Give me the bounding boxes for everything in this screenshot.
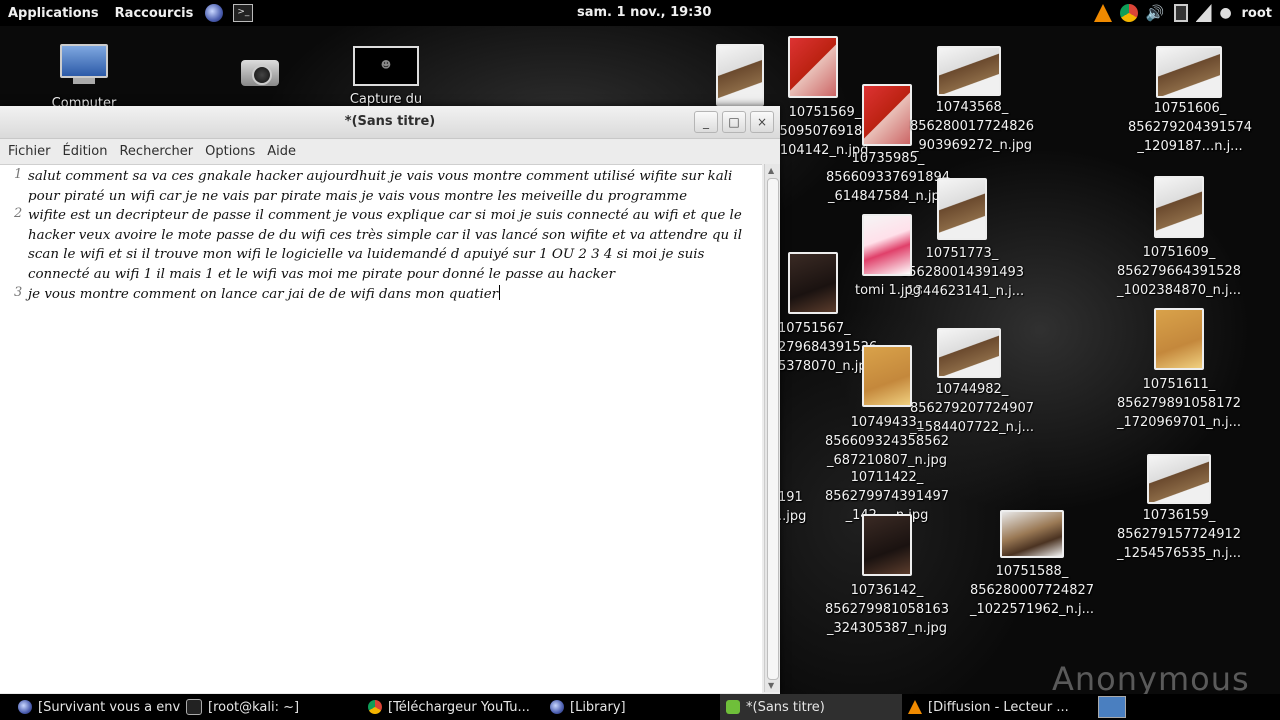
- image-file-label[interactable]: tomi 1.jpg: [850, 281, 926, 300]
- image-thumbnail[interactable]: [1154, 176, 1204, 238]
- image-file-label[interactable]: 10751606_ 856279204391574 _1209187...n.j…: [1120, 99, 1260, 156]
- user-icon[interactable]: ●: [1220, 4, 1234, 22]
- image-thumbnail[interactable]: [1156, 46, 1222, 98]
- line-number-gutter: 1 2 3: [0, 165, 26, 693]
- capture-thumbnail: ☻: [353, 46, 419, 86]
- browser-launcher-icon[interactable]: [205, 4, 224, 22]
- menu-help[interactable]: Aide: [261, 144, 302, 159]
- network-icon[interactable]: [1195, 4, 1212, 22]
- menu-bar: Fichier Édition Rechercher Options Aide: [0, 139, 780, 163]
- vertical-scrollbar[interactable]: ▲ ▼: [764, 164, 780, 692]
- workspace-switcher[interactable]: [1098, 696, 1126, 718]
- clipboard-icon[interactable]: [1173, 4, 1188, 22]
- applications-menu[interactable]: Applications: [0, 6, 107, 21]
- image-thumbnail[interactable]: [937, 46, 1001, 96]
- image-thumbnail[interactable]: [1147, 454, 1211, 504]
- task-library[interactable]: [Library]: [544, 694, 720, 720]
- terminal-icon: [186, 699, 202, 715]
- system-tray: 🔊 ● root: [1093, 0, 1280, 26]
- image-file-label[interactable]: 10749433_ 856609324358562 _687210807_n.j…: [820, 413, 954, 470]
- vlc-icon: [908, 700, 922, 714]
- menu-options[interactable]: Options: [199, 144, 261, 159]
- browser-icon: [18, 700, 32, 714]
- image-thumbnail[interactable]: [937, 328, 1001, 378]
- minimize-button[interactable]: _: [694, 111, 718, 133]
- anonymous-watermark: Anonymous: [1052, 660, 1250, 698]
- camera-desktop-icon[interactable]: [240, 60, 280, 86]
- maximize-button[interactable]: □: [722, 111, 746, 133]
- panel-clock[interactable]: sam. 1 nov., 19:30: [577, 5, 711, 20]
- line-number: 3: [14, 285, 23, 300]
- image-thumbnail[interactable]: [862, 514, 912, 576]
- text-caret: [499, 284, 501, 300]
- scroll-up-icon[interactable]: ▲: [768, 166, 774, 175]
- image-thumbnail[interactable]: [1154, 308, 1204, 370]
- shortcuts-menu[interactable]: Raccourcis: [107, 6, 202, 21]
- image-thumbnail[interactable]: [937, 178, 987, 240]
- window-title: *(Sans titre): [344, 114, 436, 129]
- image-file-label[interactable]: 191 ..jpg: [778, 488, 808, 526]
- computer-desktop-icon[interactable]: Computer: [44, 44, 124, 113]
- image-file-label[interactable]: 10736159_ 856279157724912 _1254576535_n.…: [1114, 506, 1244, 563]
- terminal-launcher-icon[interactable]: >_: [233, 4, 254, 22]
- vlc-icon[interactable]: [1093, 4, 1112, 22]
- image-thumbnail[interactable]: [862, 214, 912, 276]
- menu-file[interactable]: Fichier: [2, 144, 57, 159]
- task-browser[interactable]: [Survivant vous a env...: [0, 694, 180, 720]
- text-area[interactable]: 1 2 3 salut comment sa va ces gnakale ha…: [0, 164, 762, 693]
- image-thumbnail[interactable]: [788, 36, 838, 98]
- firefox-icon: [550, 700, 564, 714]
- image-file-label[interactable]: 10751611_ 856279891058172 _1720969701_n.…: [1114, 375, 1244, 432]
- task-youtube-downloader[interactable]: [Téléchargeur YouTu...: [362, 694, 544, 720]
- text-line: je vous montre comment on lance car jai …: [28, 286, 499, 302]
- close-button[interactable]: ×: [750, 111, 774, 133]
- image-file-label[interactable]: 10751588_ 856280007724827 _1022571962_n.…: [964, 562, 1100, 619]
- image-file-label[interactable]: 10735985_ 856609337691894 _614847584_n.j…: [820, 149, 956, 206]
- task-text-editor[interactable]: *(Sans titre): [720, 694, 902, 720]
- text-paragraph: wifite est un decripteur de passe il com…: [28, 208, 742, 282]
- scroll-down-icon[interactable]: ▼: [768, 681, 774, 690]
- editor-icon: [726, 700, 740, 714]
- image-file-label[interactable]: 10743568_ 856280017724826 _903969272_n.j…: [905, 98, 1039, 155]
- text-paragraph: je vous montre comment on lance car jai …: [28, 284, 758, 305]
- task-terminal[interactable]: [root@kali: ~]: [180, 694, 362, 720]
- image-thumbnail[interactable]: [788, 252, 838, 314]
- volume-icon[interactable]: 🔊: [1146, 4, 1166, 22]
- menu-search[interactable]: Rechercher: [113, 144, 199, 159]
- user-name[interactable]: root: [1242, 6, 1273, 21]
- document-text[interactable]: salut comment sa va ces gnakale hacker a…: [28, 167, 758, 304]
- line-number: 1: [14, 167, 23, 182]
- camera-icon: [241, 60, 279, 86]
- image-file-label[interactable]: 10751609_ 856279664391528 _1002384870_n.…: [1114, 243, 1244, 300]
- image-thumbnail[interactable]: [862, 345, 912, 407]
- text-paragraph: salut comment sa va ces gnakale hacker a…: [28, 169, 733, 204]
- menu-edit[interactable]: Édition: [57, 144, 114, 159]
- window-titlebar[interactable]: *(Sans titre) _ □ ×: [0, 106, 780, 139]
- monitor-icon: [60, 44, 108, 78]
- image-file-label[interactable]: 10736142_ 856279981058163 _324305387_n.j…: [820, 581, 954, 638]
- image-thumbnail[interactable]: [1000, 510, 1064, 558]
- chrome-icon: [368, 700, 382, 714]
- scrollbar-thumb[interactable]: [767, 178, 779, 680]
- chrome-icon[interactable]: [1119, 4, 1138, 22]
- text-editor-window: *(Sans titre) _ □ × Fichier Édition Rech…: [0, 106, 780, 694]
- image-thumbnail[interactable]: [716, 44, 764, 106]
- taskbar: [Survivant vous a env... [root@kali: ~] …: [0, 694, 1280, 720]
- top-panel: Applications Raccourcis >_ sam. 1 nov., …: [0, 0, 1280, 26]
- task-vlc[interactable]: [Diffusion - Lecteur ...: [902, 694, 1084, 720]
- line-number: 2: [14, 206, 23, 221]
